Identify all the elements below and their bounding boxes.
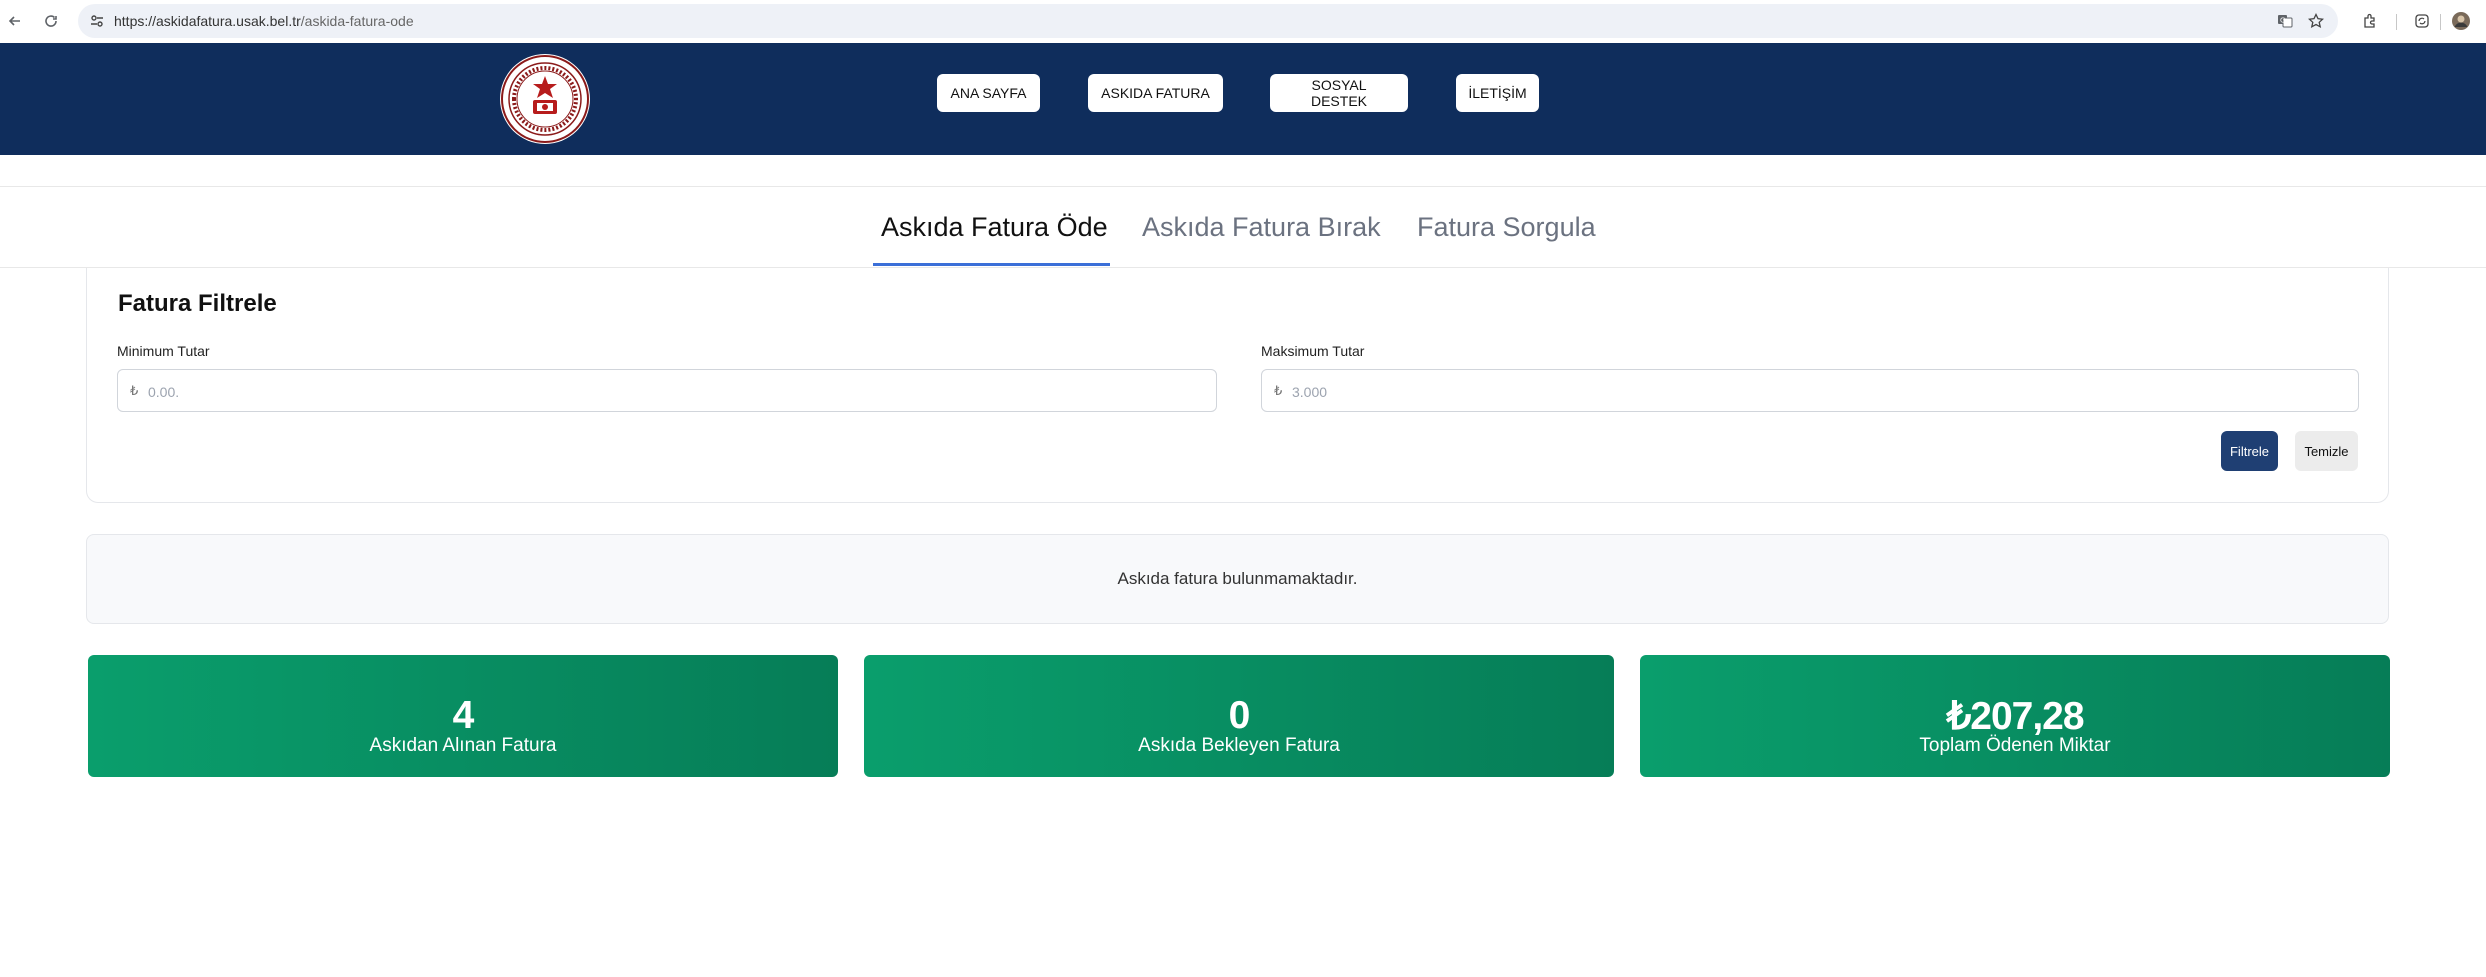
empty-results-text: Askıda fatura bulunmamaktadır. <box>1117 569 1358 588</box>
currency-symbol: ₺ <box>1274 383 1283 398</box>
stat-card-pending: 0 Askıda Bekleyen Fatura <box>864 655 1614 777</box>
nav-ana-sayfa[interactable]: ANA SAYFA <box>937 74 1040 112</box>
tab-fatura-sorgula[interactable]: Fatura Sorgula <box>1417 205 1596 255</box>
url-host: https://askidafatura.usak.bel.tr <box>114 13 301 29</box>
back-icon[interactable] <box>4 10 26 32</box>
site-header: ANA SAYFA ASKIDA FATURA SOSYAL DESTEK İL… <box>0 43 2486 155</box>
max-amount-field[interactable]: ₺ <box>1261 369 2359 412</box>
empty-results-notice: Askıda fatura bulunmamaktadır. <box>86 534 2389 624</box>
site-info-icon[interactable] <box>88 12 106 30</box>
reload-icon[interactable] <box>40 10 62 32</box>
stat-label: Toplam Ödenen Miktar <box>1919 735 2111 756</box>
url-path: /askida-fatura-ode <box>300 13 414 29</box>
filter-button[interactable]: Filtrele <box>2221 431 2278 471</box>
svg-text:G: G <box>2280 17 2285 25</box>
stat-value: 0 <box>1228 694 1251 737</box>
url-text[interactable]: https://askidafatura.usak.bel.tr/askida-… <box>114 4 414 38</box>
filter-title: Fatura Filtrele <box>118 290 277 317</box>
toolbar-divider <box>2440 14 2441 30</box>
min-amount-label: Minimum Tutar <box>117 343 210 359</box>
tab-askida-fatura-birak[interactable]: Askıda Fatura Bırak <box>1142 205 1381 255</box>
section-divider <box>0 186 2486 187</box>
sync-icon[interactable] <box>2411 10 2433 32</box>
browser-toolbar: https://askidafatura.usak.bel.tr/askida-… <box>0 0 2486 44</box>
clear-button[interactable]: Temizle <box>2295 431 2358 471</box>
toolbar-divider <box>2396 14 2397 30</box>
extensions-icon[interactable] <box>2359 10 2381 32</box>
stat-card-total-paid: ₺207,28 Toplam Ödenen Miktar <box>1640 655 2390 777</box>
address-bar[interactable]: https://askidafatura.usak.bel.tr/askida-… <box>78 4 2338 38</box>
translate-icon[interactable]: G <box>2276 12 2294 30</box>
min-amount-input[interactable] <box>146 376 1208 407</box>
max-amount-label: Maksimum Tutar <box>1261 343 1365 359</box>
nav-askida-fatura[interactable]: ASKIDA FATURA <box>1088 74 1223 112</box>
nav-sosyal-destek[interactable]: SOSYAL DESTEK <box>1270 74 1408 112</box>
nav-iletisim[interactable]: İLETİŞİM <box>1456 74 1539 112</box>
stat-value: ₺207,28 <box>1946 695 2084 738</box>
stat-value: 4 <box>452 694 475 737</box>
max-amount-input[interactable] <box>1290 376 2350 407</box>
stat-label: Askıda Bekleyen Fatura <box>1138 735 1340 756</box>
stat-card-taken: 4 Askıdan Alınan Fatura <box>88 655 838 777</box>
currency-symbol: ₺ <box>130 383 139 398</box>
min-amount-field[interactable]: ₺ <box>117 369 1217 412</box>
profile-avatar[interactable] <box>2450 10 2472 32</box>
active-tab-indicator <box>873 263 1110 266</box>
bookmark-star-icon[interactable] <box>2307 12 2325 30</box>
stat-label: Askıdan Alınan Fatura <box>369 735 557 756</box>
filter-card: Fatura Filtrele Minimum Tutar ₺ Maksimum… <box>86 268 2389 503</box>
municipality-logo[interactable] <box>500 54 590 144</box>
tab-askida-fatura-ode[interactable]: Askıda Fatura Öde <box>881 205 1108 255</box>
